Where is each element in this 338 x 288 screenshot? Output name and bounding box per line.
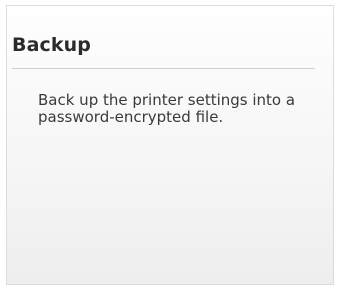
title-divider <box>12 68 315 69</box>
tile-description: Back up the printer settings into a pass… <box>38 91 296 126</box>
tile-title: Backup <box>12 34 91 56</box>
backup-tile[interactable]: Backup Back up the printer settings into… <box>6 5 334 285</box>
